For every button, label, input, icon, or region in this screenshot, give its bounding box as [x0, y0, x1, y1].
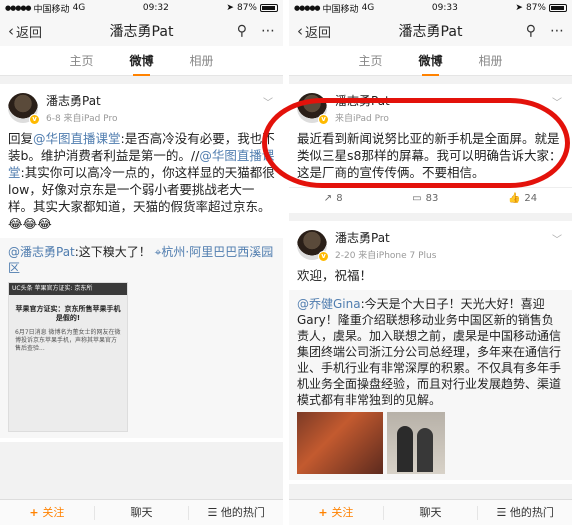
- avatar[interactable]: v: [8, 93, 40, 125]
- status-bar: ●●●●● 中国移动 4G 09:33 ➤ 87%: [289, 0, 572, 16]
- hot-button[interactable]: ☰ 他的热门: [478, 506, 572, 520]
- chevron-left-icon: ‹: [297, 22, 303, 40]
- bottom-bar: + 关注 聊天 ☰ 他的热门: [289, 499, 572, 525]
- more-icon[interactable]: ⋯: [261, 23, 275, 39]
- post-username[interactable]: 潘志勇Pat: [335, 229, 436, 246]
- plus-icon: +: [29, 505, 43, 519]
- comment-button[interactable]: ▭ 83: [412, 193, 438, 204]
- location-icon: ➤: [226, 3, 234, 13]
- chevron-down-icon[interactable]: ﹀: [263, 94, 273, 109]
- chevron-left-icon: ‹: [8, 22, 14, 40]
- post-actions: ↗ 8 ▭ 83 👍 24: [289, 187, 572, 209]
- tab-weibo[interactable]: 微博: [129, 46, 154, 76]
- post-text: 回复@华图直播课堂:是否高冷没有必要，我也不装b。维护消费者利益是第一的。//@…: [8, 131, 275, 231]
- chat-button[interactable]: 聊天: [95, 505, 190, 520]
- mention-link[interactable]: @华图直播课堂: [33, 131, 121, 146]
- status-bar: ●●●●● 中国移动 4G 09:32 ➤ 87%: [0, 0, 283, 16]
- tab-album[interactable]: 相册: [479, 46, 503, 76]
- hot-button[interactable]: ☰ 他的热门: [189, 506, 283, 520]
- photo-thumbnail[interactable]: [387, 412, 445, 474]
- search-icon[interactable]: ⚲: [526, 23, 536, 39]
- status-time: 09:33: [431, 3, 458, 13]
- avatar[interactable]: v: [297, 230, 329, 262]
- reposted-content[interactable]: @潘志勇Pat:这下糗大了！ ⌖杭州·阿里巴巴西溪园区 UC头条 苹果官方证实:…: [0, 238, 283, 438]
- post-meta: 2-20 来自iPhone 7 Plus: [335, 251, 437, 261]
- status-time: 09:32: [142, 3, 169, 13]
- nav-bar: ‹ 返回 潘志勇Pat ⚲ ⋯: [289, 16, 572, 46]
- reposted-content[interactable]: @乔健Gina:今天是个大日子！天光大好！喜迎Gary！隆重介绍联想移动业务中国…: [289, 290, 572, 480]
- back-button[interactable]: ‹ 返回: [297, 22, 331, 41]
- comment-icon: ▭: [412, 193, 422, 204]
- article-thumbnail[interactable]: UC头条 苹果官方证实: 京东所 苹果官方证实：京东所售苹果手机是假的! 6月7…: [8, 282, 128, 432]
- left-phone-screen: ●●●●● 中国移动 4G 09:32 ➤ 87% ‹ 返回 潘志勇Pat ⚲ ⋯ 主页 …: [0, 0, 283, 525]
- post-card[interactable]: v 潘志勇Pat 6-8 来自iPad Pro ﹀ 回复@华图直播课堂:是否高冷…: [0, 84, 283, 442]
- signal-icon: ●●●●●: [5, 4, 32, 12]
- chevron-down-icon[interactable]: ﹀: [552, 231, 562, 246]
- bottom-bar: + 关注 聊天 ☰ 他的热门: [0, 499, 283, 525]
- tab-home[interactable]: 主页: [69, 46, 93, 76]
- post-meta: 来自iPad Pro: [335, 114, 389, 124]
- post-username[interactable]: 潘志勇Pat: [335, 92, 390, 109]
- verified-icon: v: [318, 251, 329, 262]
- follow-button[interactable]: + 关注: [0, 505, 95, 520]
- right-phone-screen: ●●●●● 中国移动 4G 09:33 ➤ 87% ‹ 返回 潘志勇Pat ⚲ ⋯ 主页 …: [289, 0, 572, 525]
- photo-grid: [297, 412, 564, 474]
- more-icon[interactable]: ⋯: [550, 23, 564, 39]
- nav-bar: ‹ 返回 潘志勇Pat ⚲ ⋯: [0, 16, 283, 46]
- chevron-down-icon[interactable]: ﹀: [552, 94, 562, 109]
- verified-icon: v: [318, 114, 329, 125]
- chat-button[interactable]: 聊天: [384, 505, 479, 520]
- battery-icon: [259, 4, 278, 12]
- repost-icon: ↗: [323, 193, 333, 204]
- post-text: 最近看到新闻说努比亚的新手机是全面屏。就是类似三星s8那样的屏幕。我可以明确告诉…: [297, 131, 562, 180]
- like-button[interactable]: 👍 24: [508, 193, 537, 204]
- back-button[interactable]: ‹ 返回: [8, 22, 42, 41]
- battery-icon: [548, 4, 567, 12]
- post-username[interactable]: 潘志勇Pat: [46, 92, 117, 109]
- post-text: 欢迎，祝福！: [297, 268, 373, 283]
- tab-album[interactable]: 相册: [190, 46, 214, 76]
- signal-icon: ●●●●●: [294, 4, 321, 12]
- repost-button[interactable]: ↗ 8: [324, 193, 343, 204]
- plus-icon: +: [318, 505, 332, 519]
- tab-home[interactable]: 主页: [358, 46, 382, 76]
- post-card[interactable]: v 潘志勇Pat 2-20 来自iPhone 7 Plus ﹀ 欢迎，祝福！ @…: [289, 221, 572, 484]
- thumbs-up-icon: 👍: [507, 193, 521, 204]
- profile-tabs: 主页 微博 相册: [0, 46, 283, 76]
- mention-link[interactable]: @乔健Gina: [297, 297, 361, 311]
- mention-link[interactable]: @潘志勇Pat: [8, 245, 75, 259]
- post-meta: 6-8 来自iPad Pro: [46, 114, 118, 124]
- avatar[interactable]: v: [297, 93, 329, 125]
- photo-thumbnail[interactable]: [297, 412, 383, 474]
- post-card[interactable]: v 潘志勇Pat 来自iPad Pro ﹀ 最近看到新闻说努比亚的新手机是全面屏…: [289, 84, 572, 213]
- list-icon: ☰: [207, 505, 221, 519]
- search-icon[interactable]: ⚲: [237, 23, 247, 39]
- location-icon: ➤: [515, 3, 523, 13]
- tab-weibo[interactable]: 微博: [418, 46, 443, 76]
- profile-tabs: 主页 微博 相册: [289, 46, 572, 76]
- follow-button[interactable]: + 关注: [289, 505, 384, 520]
- list-icon: ☰: [496, 505, 510, 519]
- verified-icon: v: [29, 114, 40, 125]
